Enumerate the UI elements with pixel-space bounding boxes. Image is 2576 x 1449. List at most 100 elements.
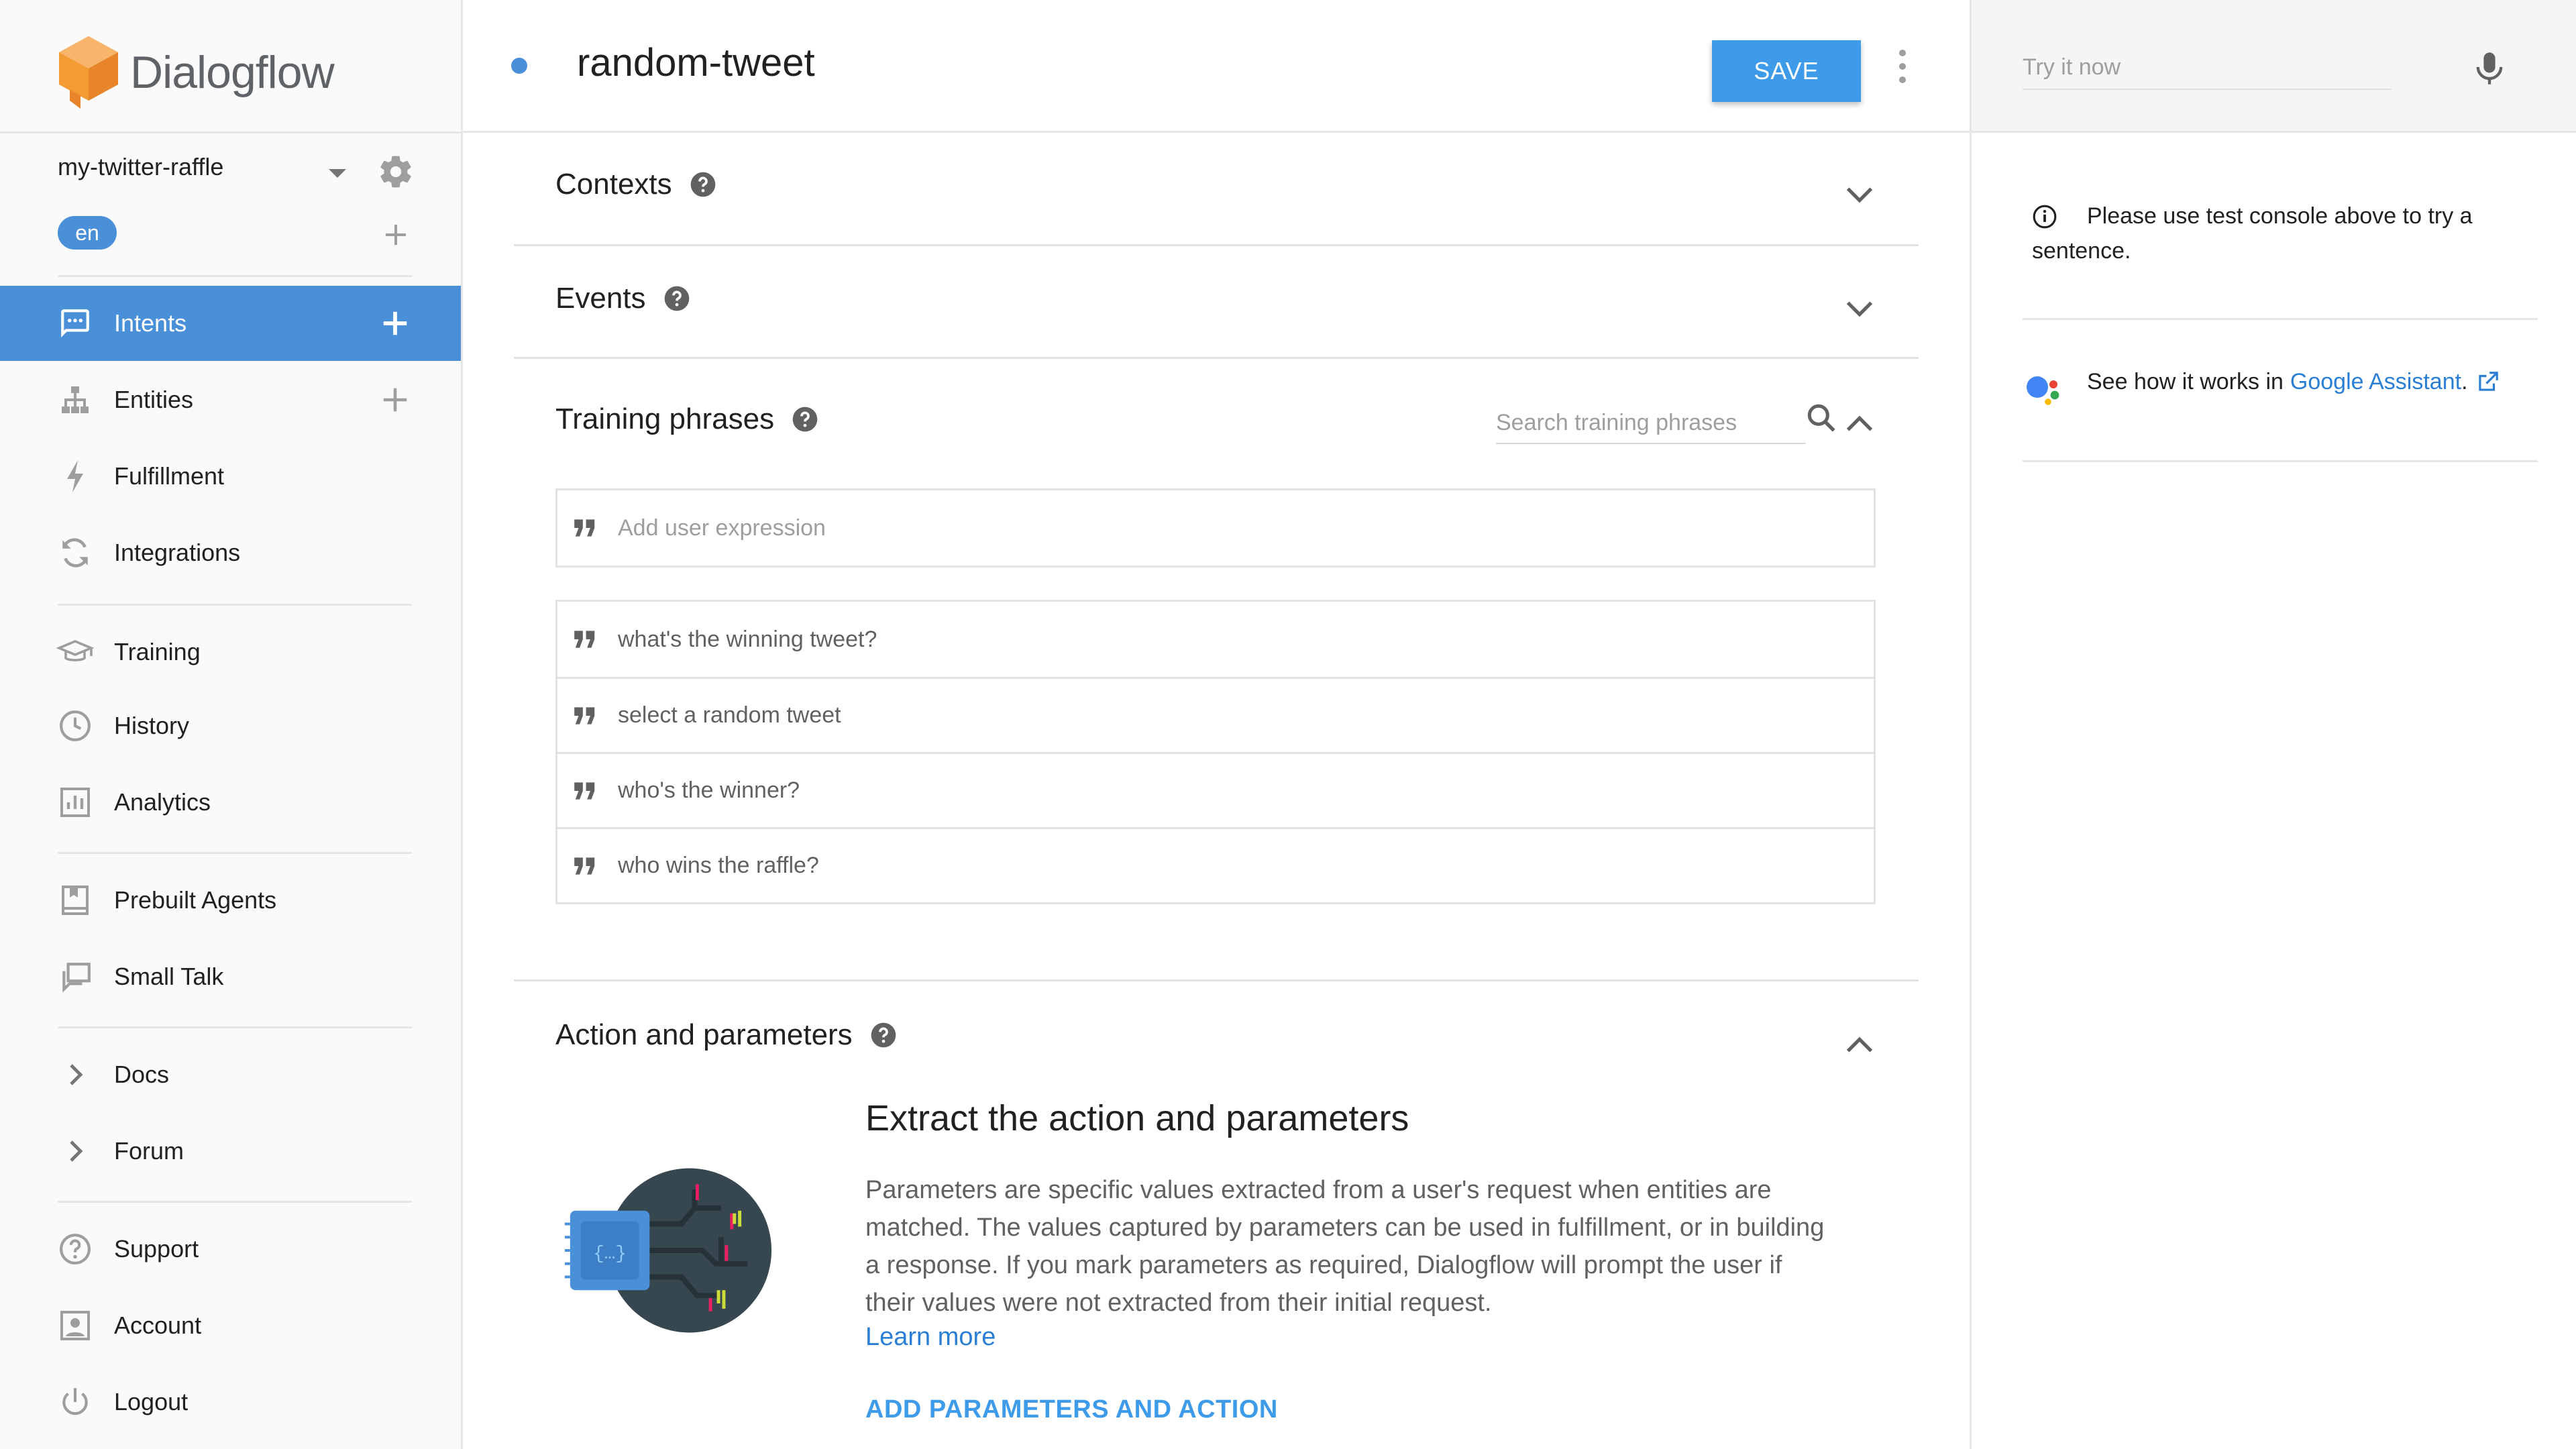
try-it-now-field[interactable]: [2023, 47, 2392, 90]
divider: [514, 979, 1919, 981]
sidebar-item-label: Intents: [114, 309, 187, 337]
training-phrase-text[interactable]: what's the winning tweet?: [618, 627, 877, 653]
section-title: Training phrases: [555, 402, 775, 435]
test-console-info-text: Please use test console above to try a s…: [2032, 203, 2473, 264]
chevron-down-icon[interactable]: [1842, 291, 1877, 326]
sidebar: Dialogflow my-twitter-raffle en Intents …: [0, 0, 463, 1449]
google-assistant-icon: [2027, 376, 2059, 405]
action-heading: Extract the action and parameters: [865, 1098, 1409, 1138]
training-phrase-row[interactable]: who wins the raffle?: [557, 827, 1874, 902]
language-badge[interactable]: en: [58, 216, 117, 250]
sidebar-item-label: Small Talk: [114, 963, 224, 990]
section-title: Contexts: [555, 168, 672, 201]
agent-name[interactable]: my-twitter-raffle: [58, 153, 223, 181]
add-entity-plus-icon[interactable]: [380, 384, 411, 415]
support-icon: [56, 1230, 94, 1268]
sidebar-item-prebuilt-agents[interactable]: Prebuilt Agents: [0, 863, 461, 938]
help-icon[interactable]: [792, 406, 818, 433]
sidebar-item-label: Account: [114, 1311, 202, 1339]
training-phrase-row[interactable]: who's the winner?: [557, 752, 1874, 827]
gear-icon[interactable]: [377, 153, 415, 191]
divider: [0, 131, 463, 133]
sidebar-item-training[interactable]: Training: [0, 614, 461, 690]
analytics-icon: [56, 784, 94, 821]
prebuilt-agents-icon: [56, 881, 94, 919]
circuit-chip-illustration-icon: {…}: [564, 1168, 772, 1333]
account-icon: [56, 1307, 94, 1344]
training-phrase-row[interactable]: select a random tweet: [557, 677, 1874, 752]
learn-more-link[interactable]: Learn more: [865, 1323, 996, 1352]
sidebar-item-fulfillment[interactable]: Fulfillment: [0, 439, 461, 514]
sidebar-item-small-talk[interactable]: Small Talk: [0, 939, 461, 1014]
search-icon[interactable]: [1805, 401, 1838, 435]
divider: [58, 275, 412, 277]
divider: [514, 244, 1919, 246]
sidebar-item-intents[interactable]: Intents: [0, 286, 461, 361]
add-intent-plus-icon[interactable]: [380, 308, 411, 339]
sidebar-item-account[interactable]: Account: [0, 1288, 461, 1363]
history-icon: [56, 707, 94, 745]
mic-icon[interactable]: [2472, 50, 2507, 87]
intent-name[interactable]: random-tweet: [577, 40, 815, 85]
sidebar-item-analytics[interactable]: Analytics: [0, 765, 461, 840]
sidebar-item-label: History: [114, 712, 190, 739]
sidebar-item-history[interactable]: History: [0, 688, 461, 763]
chevron-up-icon[interactable]: [1842, 1028, 1877, 1063]
logout-icon: [56, 1383, 94, 1421]
divider: [58, 604, 412, 606]
sidebar-item-entities[interactable]: Entities: [0, 362, 461, 437]
search-training-phrases-input[interactable]: [1496, 404, 1751, 441]
sidebar-item-label: Support: [114, 1235, 199, 1263]
chevron-down-icon[interactable]: [1842, 177, 1877, 212]
sidebar-item-support[interactable]: Support: [0, 1212, 461, 1287]
sidebar-item-logout[interactable]: Logout: [0, 1364, 461, 1440]
section-events-header[interactable]: Events: [555, 282, 690, 315]
add-parameters-and-action-button[interactable]: ADD PARAMETERS AND ACTION: [865, 1395, 1278, 1424]
section-title: Action and parameters: [555, 1018, 853, 1051]
add-user-expression-box[interactable]: Add user expression: [555, 488, 1876, 568]
divider: [2023, 460, 2538, 462]
sidebar-item-label: Forum: [114, 1137, 184, 1165]
training-phrase-text[interactable]: who's the winner?: [618, 777, 800, 804]
try-it-now-input[interactable]: [2023, 47, 2385, 87]
sidebar-item-integrations[interactable]: Integrations: [0, 515, 461, 590]
more-vert-icon[interactable]: [1896, 50, 1909, 83]
save-button[interactable]: SAVE: [1712, 40, 1861, 102]
search-training-phrases-field[interactable]: [1496, 404, 1806, 444]
section-contexts-header[interactable]: Contexts: [555, 168, 716, 201]
divider: [514, 357, 1919, 359]
training-phrase-text[interactable]: select a random tweet: [618, 702, 841, 729]
logo[interactable]: Dialogflow: [56, 32, 335, 113]
sidebar-item-docs[interactable]: Docs: [0, 1037, 461, 1112]
google-assistant-link[interactable]: Google Assistant: [2290, 369, 2461, 395]
training-phrase-list: what's the winning tweet? select a rando…: [555, 600, 1876, 904]
quote-icon: [574, 631, 595, 648]
training-phrase-row[interactable]: what's the winning tweet?: [557, 602, 1874, 677]
sidebar-item-forum[interactable]: Forum: [0, 1114, 461, 1189]
google-assistant-row: See how it works in Google Assistant .: [2087, 369, 2500, 395]
help-icon[interactable]: [870, 1022, 897, 1049]
chevron-right-icon: [56, 1132, 94, 1170]
fulfillment-icon: [56, 458, 94, 495]
training-phrase-text[interactable]: who wins the raffle?: [618, 853, 819, 879]
section-action-parameters-header[interactable]: Action and parameters: [555, 1018, 897, 1052]
quote-icon: [574, 706, 595, 724]
sidebar-item-label: Entities: [114, 386, 194, 413]
add-user-expression-row[interactable]: Add user expression: [557, 490, 1874, 566]
help-icon[interactable]: [690, 171, 716, 198]
sidebar-item-label: Training: [114, 638, 201, 665]
sidebar-item-label: Logout: [114, 1388, 189, 1415]
quote-icon: [574, 857, 595, 875]
help-icon[interactable]: [663, 285, 690, 312]
training-icon: [56, 633, 94, 671]
agent-dropdown-caret-icon[interactable]: [329, 169, 346, 178]
action-description: Parameters are specific values extracted…: [865, 1176, 1825, 1317]
test-console: Please use test console above to try a s…: [1970, 0, 2576, 1449]
section-training-phrases-header[interactable]: Training phrases: [555, 402, 818, 436]
intents-icon: [56, 305, 94, 342]
external-link-icon[interactable]: [2475, 370, 2500, 395]
add-user-expression-input[interactable]: Add user expression: [618, 515, 826, 541]
add-language-plus-icon[interactable]: [382, 221, 409, 248]
divider: [58, 1026, 412, 1028]
chevron-up-icon[interactable]: [1842, 407, 1877, 441]
